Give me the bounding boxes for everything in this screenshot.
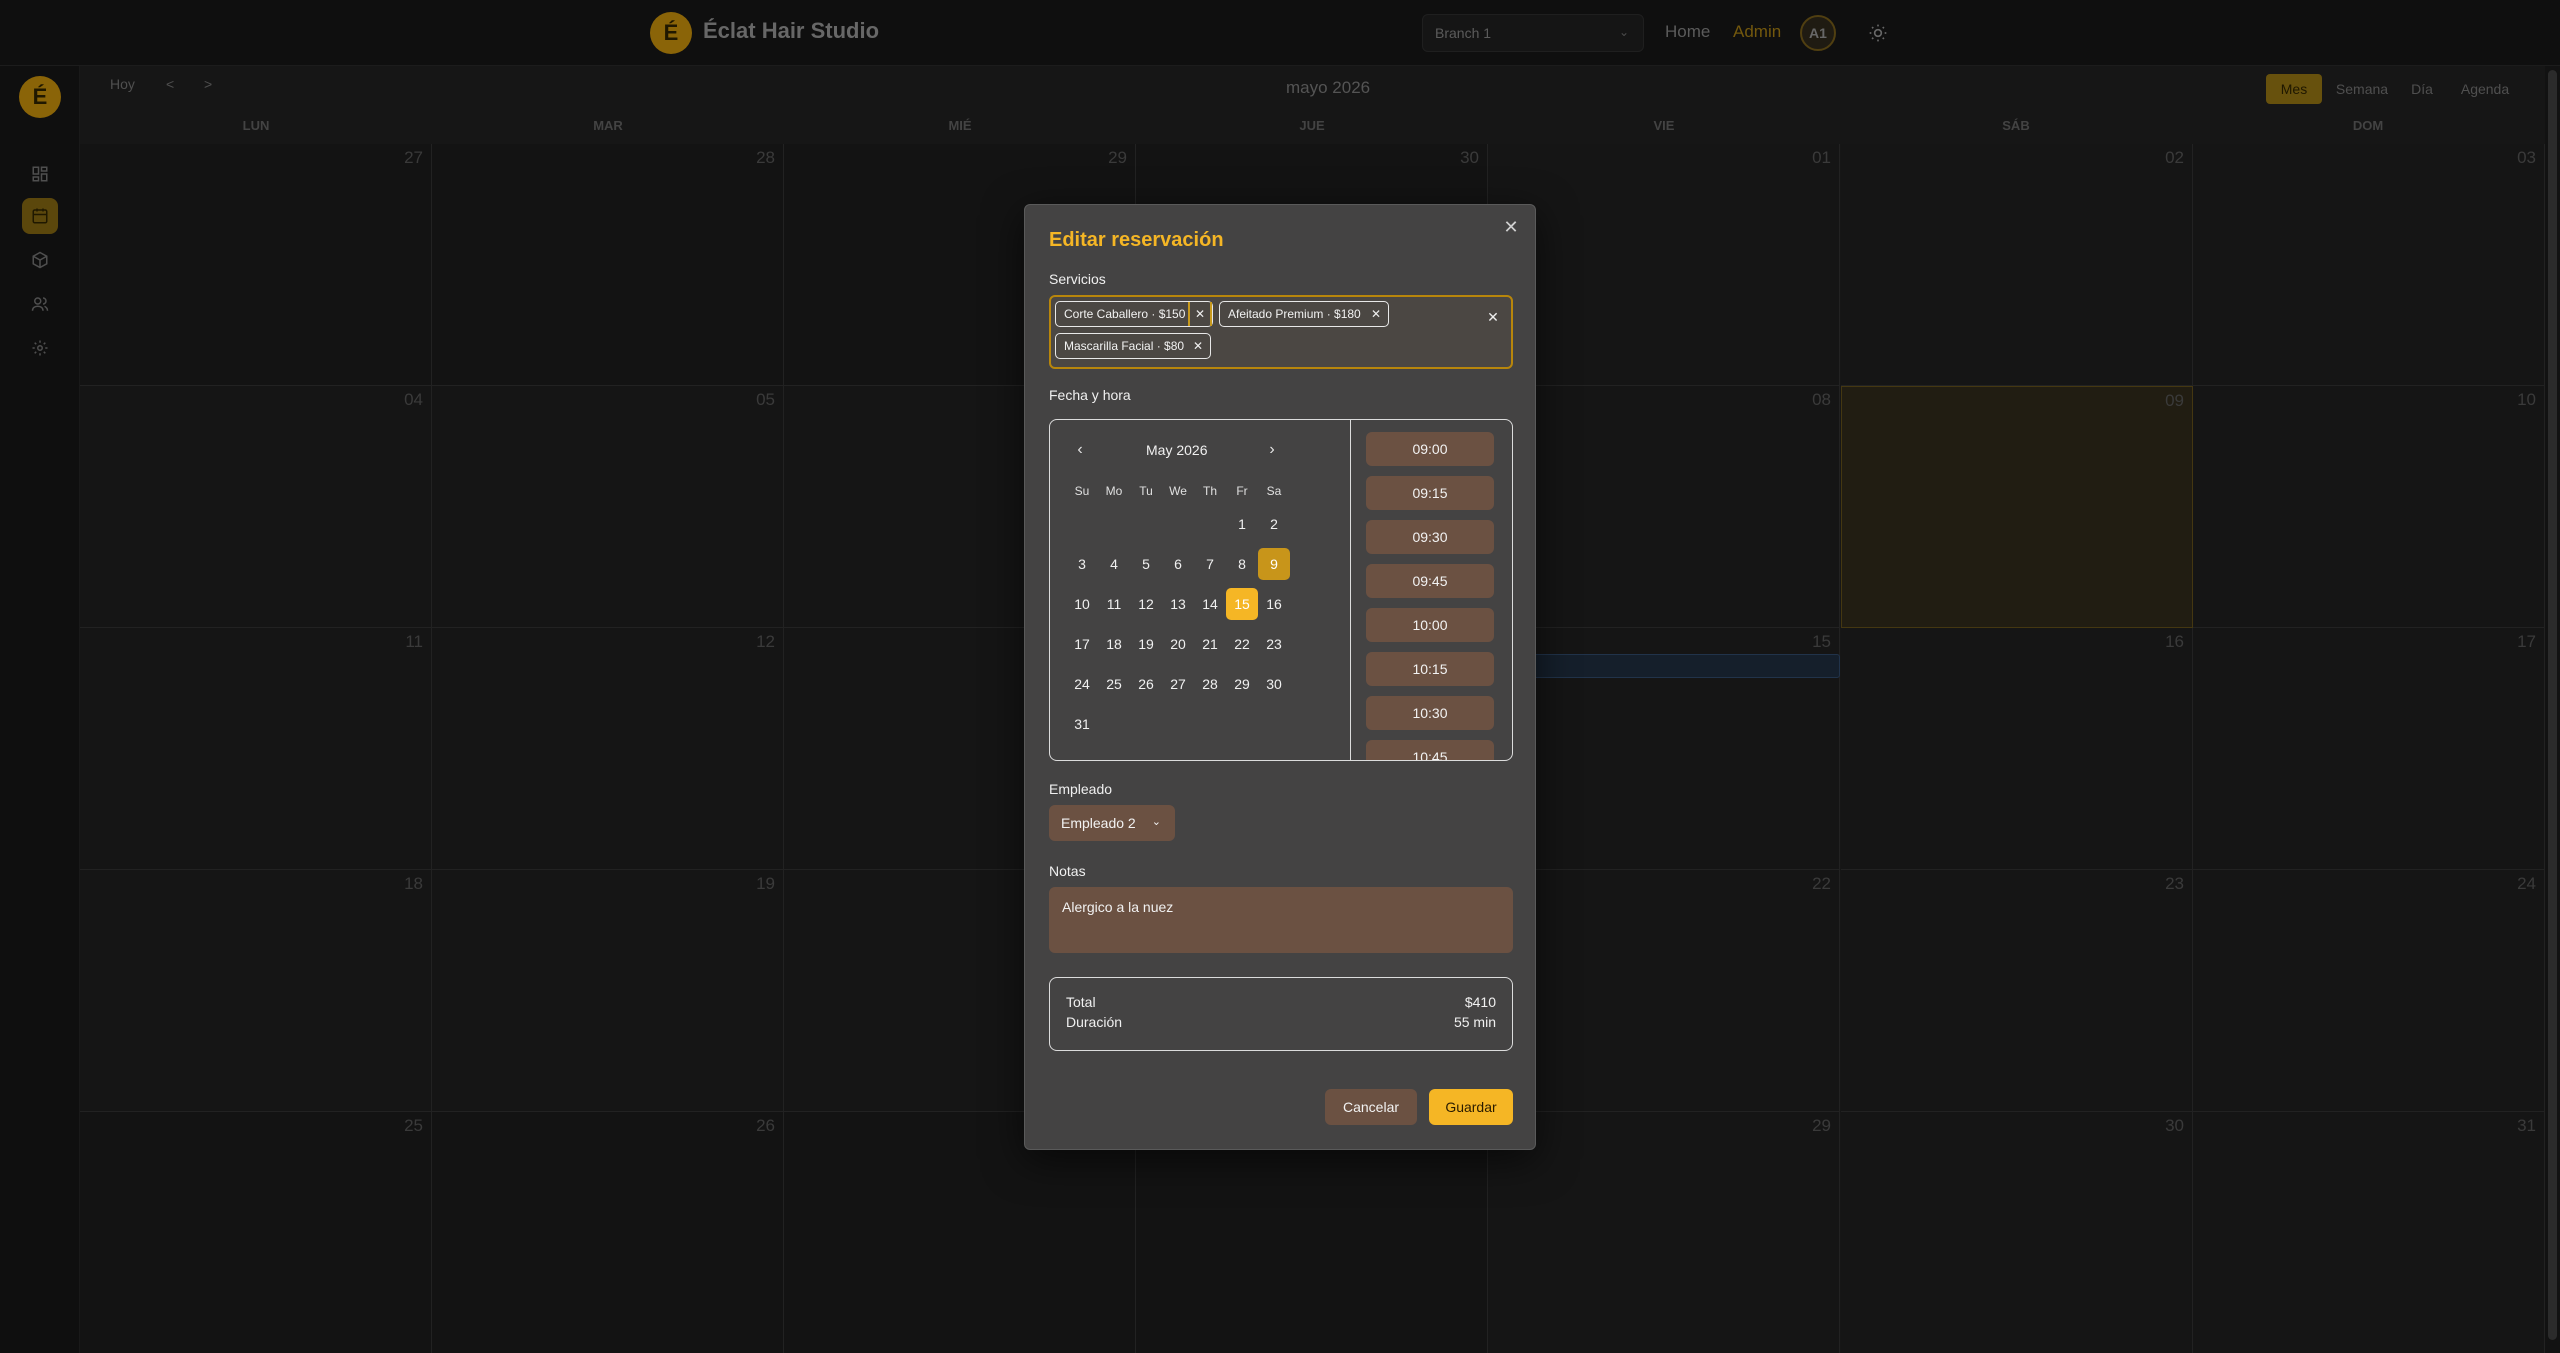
picker-day[interactable]: 28 [1194,668,1226,700]
picker-day[interactable]: 21 [1194,628,1226,660]
picker-day[interactable]: 8 [1226,548,1258,580]
picker-day[interactable]: 15 [1226,588,1258,620]
picker-day[interactable]: 12 [1130,588,1162,620]
modal-title: Editar reservación [1049,229,1224,251]
picker-day[interactable]: 19 [1130,628,1162,660]
service-chip: Mascarilla Facial · $80 ✕ [1055,333,1211,359]
time-slot-button[interactable]: 10:30 [1366,696,1494,730]
picker-day[interactable]: 3 [1066,548,1098,580]
picker-next-button[interactable]: › [1262,440,1282,460]
picker-day[interactable]: 10 [1066,588,1098,620]
picker-day[interactable]: 1 [1226,508,1258,540]
chevron-left-icon: ‹ [1077,441,1083,458]
picker-weekday: Su [1074,484,1090,498]
picker-day[interactable]: 13 [1162,588,1194,620]
duration-label: Duración [1066,1014,1123,1030]
picker-weekday: Tu [1139,484,1153,498]
picker-day[interactable]: 11 [1098,588,1130,620]
picker-day[interactable]: 9 [1258,548,1290,580]
picker-day[interactable]: 26 [1130,668,1162,700]
picker-day[interactable]: 18 [1098,628,1130,660]
chevron-down-icon: ⌄ [1151,816,1161,828]
remove-service-button[interactable]: ✕ [1186,334,1210,358]
picker-day[interactable]: 22 [1226,628,1258,660]
service-chip-label: Mascarilla Facial · $80 [1064,339,1185,353]
time-slot-button[interactable]: 09:45 [1366,564,1494,598]
picker-weekday: We [1169,484,1187,498]
picker-weekday: Sa [1266,484,1282,498]
picker-weekday: Th [1202,484,1217,498]
time-slot-button[interactable]: 09:15 [1366,476,1494,510]
picker-day[interactable]: 7 [1194,548,1226,580]
picker-day[interactable]: 20 [1162,628,1194,660]
service-chip-label: Afeitado Premium · $180 [1228,307,1361,321]
save-button[interactable]: Guardar [1429,1089,1513,1125]
picker-weekday: Mo [1105,484,1123,498]
remove-service-button[interactable]: ✕ [1364,302,1388,326]
picker-day[interactable]: 17 [1066,628,1098,660]
picker-caption: May 2026 [1146,442,1208,458]
service-chip: Afeitado Premium · $180 ✕ [1219,301,1389,327]
time-slot-list[interactable]: 09:00 09:15 09:30 09:45 10:00 10:15 10:30 10:45 [1351,420,1513,760]
total-value: $410 [1464,994,1496,1010]
employee-label: Empleado [1049,781,1113,797]
total-label: Total [1066,994,1096,1010]
duration-value: 55 min [1453,1014,1496,1030]
picker-day[interactable]: 6 [1162,548,1194,580]
picker-day[interactable]: 24 [1066,668,1098,700]
service-chip: Corte Caballero · $150 ✕ [1055,301,1213,327]
notes-label: Notas [1049,863,1086,879]
time-slot-button[interactable]: 10:15 [1366,652,1494,686]
picker-day[interactable]: 23 [1258,628,1290,660]
chevron-right-icon: › [1269,441,1275,458]
close-icon: ✕ [1503,216,1519,237]
clear-services-button[interactable]: ✕ [1483,307,1503,327]
totals-summary: Total $410 Duración 55 min [1049,977,1513,1051]
picker-weekday: Fr [1236,484,1248,498]
datetime-picker: ‹ May 2026 › Su Mo Tu We Th Fr Sa 1 2 3 4 5 6 7 8 9 10 1… [1049,419,1513,761]
picker-day[interactable]: 25 [1098,668,1130,700]
picker-prev-button[interactable]: ‹ [1070,440,1090,460]
service-chip-label: Corte Caballero · $150 [1064,307,1186,321]
picker-day[interactable]: 16 [1258,588,1290,620]
edit-reservation-modal: ✕ Editar reservación Servicios Corte Cab… [1024,204,1536,1150]
datetime-label: Fecha y hora [1049,387,1131,403]
picker-day[interactable]: 29 [1226,668,1258,700]
remove-service-button[interactable]: ✕ [1188,302,1212,326]
services-multiselect[interactable]: Corte Caballero · $150 ✕ Afeitado Premiu… [1049,295,1513,369]
time-slot-button[interactable]: 10:00 [1366,608,1494,642]
notes-textarea[interactable]: Alergico a la nuez [1049,887,1513,953]
close-button[interactable]: ✕ [1501,217,1521,237]
picker-day[interactable]: 31 [1066,708,1098,740]
services-label: Servicios [1049,271,1106,287]
picker-day[interactable]: 30 [1258,668,1290,700]
close-icon: ✕ [1487,308,1499,325]
picker-day[interactable]: 4 [1098,548,1130,580]
employee-select-value: Empleado 2 [1061,815,1136,831]
employee-select[interactable]: Empleado 2 ⌄ [1049,805,1175,841]
picker-day[interactable]: 27 [1162,668,1194,700]
time-slot-button[interactable]: 09:30 [1366,520,1494,554]
time-slot-button[interactable]: 10:45 [1366,740,1494,760]
picker-day[interactable]: 5 [1130,548,1162,580]
time-slot-button[interactable]: 09:00 [1366,432,1494,466]
picker-day[interactable]: 2 [1258,508,1290,540]
picker-day[interactable]: 14 [1194,588,1226,620]
cancel-button[interactable]: Cancelar [1325,1089,1417,1125]
